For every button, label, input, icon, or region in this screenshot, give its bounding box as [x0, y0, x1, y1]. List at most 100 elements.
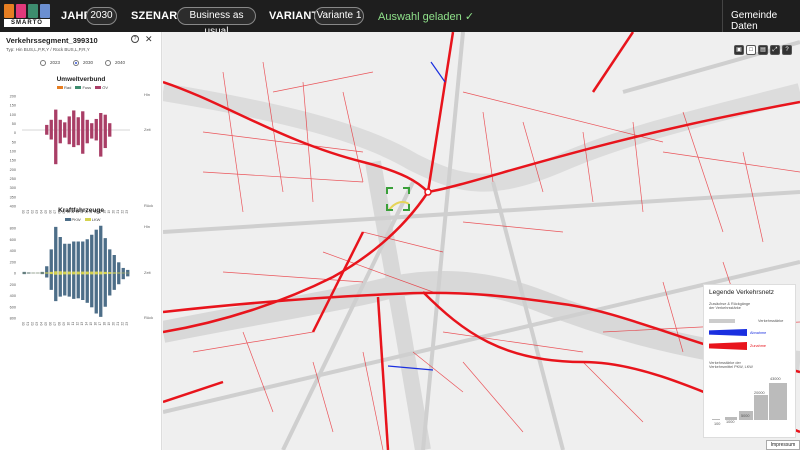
bar-öv-hin[interactable]: [76, 117, 80, 130]
bar-öv-hin[interactable]: [58, 119, 62, 130]
bar-lkw-hin[interactable]: [103, 271, 107, 273]
bar-pkw-rueck[interactable]: [112, 273, 116, 290]
bar-pkw-rueck[interactable]: [121, 273, 125, 280]
bar-pkw-hin[interactable]: [63, 243, 67, 273]
bar-öv-rueck[interactable]: [103, 130, 107, 149]
bar-lkw-rueck[interactable]: [90, 273, 94, 275]
bar-öv-hin[interactable]: [54, 109, 58, 130]
bar-lkw-hin[interactable]: [76, 271, 80, 273]
variant-select[interactable]: Variante 1: [314, 7, 364, 25]
bar-pkw-rueck[interactable]: [76, 273, 80, 299]
help-icon[interactable]: ?: [131, 35, 139, 43]
bar-pkw-rueck[interactable]: [99, 273, 103, 317]
bar-öv-rueck[interactable]: [58, 130, 62, 144]
bar-pkw-hin[interactable]: [121, 267, 125, 273]
bar-lkw-rueck[interactable]: [45, 273, 49, 274]
fullscreen-icon[interactable]: ⤢: [770, 45, 780, 55]
bar-pkw-hin[interactable]: [22, 271, 26, 273]
bar-lkw-rueck[interactable]: [99, 273, 103, 275]
bar-lkw-hin[interactable]: [63, 271, 67, 273]
decrease-segment[interactable]: [430, 61, 446, 83]
bar-lkw-hin[interactable]: [45, 272, 49, 273]
bar-pkw-rueck[interactable]: [108, 273, 112, 296]
bar-pkw-rueck[interactable]: [90, 273, 94, 308]
bar-öv-rueck[interactable]: [108, 130, 112, 137]
bar-lkw-hin[interactable]: [99, 271, 103, 273]
bar-lkw-rueck[interactable]: [112, 273, 116, 274]
scenario-select[interactable]: Business as usual: [177, 7, 256, 37]
bar-pkw-hin[interactable]: [99, 225, 103, 273]
bar-öv-rueck[interactable]: [67, 130, 71, 145]
bar-lkw-rueck[interactable]: [81, 273, 85, 275]
bar-lkw-hin[interactable]: [112, 272, 116, 273]
bar-öv-hin[interactable]: [45, 124, 49, 130]
year-radio-2030[interactable]: [73, 60, 79, 66]
bar-lkw-rueck[interactable]: [85, 273, 89, 275]
bar-pkw-rueck[interactable]: [22, 273, 26, 275]
bar-öv-hin[interactable]: [108, 123, 112, 130]
bar-öv-rueck[interactable]: [90, 130, 94, 139]
bar-lkw-rueck[interactable]: [58, 273, 62, 275]
bar-öv-hin[interactable]: [103, 114, 107, 130]
bar-öv-hin[interactable]: [94, 118, 98, 130]
bar-pkw-rueck[interactable]: [85, 273, 89, 303]
bar-öv-hin[interactable]: [85, 119, 89, 130]
municipality-data-button[interactable]: Gemeinde Daten: [722, 0, 800, 32]
year-radio-2023[interactable]: [40, 60, 46, 66]
bar-pkw-hin[interactable]: [85, 239, 89, 273]
bar-lkw-rueck[interactable]: [72, 273, 76, 275]
bar-pkw-hin[interactable]: [72, 241, 76, 274]
bar-öv-rueck[interactable]: [45, 130, 49, 135]
bar-öv-rueck[interactable]: [72, 130, 76, 148]
bar-lkw-hin[interactable]: [58, 271, 62, 273]
bar-pkw-hin[interactable]: [49, 249, 53, 273]
year-radio-2040[interactable]: [105, 60, 111, 66]
bar-pkw-hin[interactable]: [76, 241, 80, 274]
bar-öv-hin[interactable]: [90, 123, 94, 130]
bar-öv-hin[interactable]: [72, 110, 76, 130]
bar-pkw-hin[interactable]: [67, 243, 71, 273]
bar-pkw-rueck[interactable]: [54, 273, 58, 302]
bar-pkw-rueck[interactable]: [49, 273, 53, 290]
bar-öv-hin[interactable]: [99, 113, 103, 130]
bar-pkw-hin[interactable]: [58, 237, 62, 273]
bar-pkw-rueck[interactable]: [63, 273, 67, 296]
bar-lkw-rueck[interactable]: [49, 273, 53, 275]
bar-öv-rueck[interactable]: [99, 130, 103, 157]
bar-pkw-rueck[interactable]: [67, 273, 71, 297]
bar-öv-rueck[interactable]: [81, 130, 85, 154]
bar-lkw-hin[interactable]: [85, 271, 89, 273]
bar-lkw-rueck[interactable]: [76, 273, 80, 275]
bar-lkw-rueck[interactable]: [103, 273, 107, 275]
bar-pkw-rueck[interactable]: [45, 273, 49, 278]
bar-lkw-hin[interactable]: [72, 271, 76, 273]
bar-pkw-hin[interactable]: [54, 226, 58, 273]
bar-lkw-hin[interactable]: [94, 271, 98, 273]
bar-pkw-hin[interactable]: [94, 229, 98, 273]
bar-öv-hin[interactable]: [63, 122, 67, 130]
bar-pkw-hin[interactable]: [112, 255, 116, 273]
impressum-link[interactable]: Impressum: [766, 440, 800, 450]
bar-öv-rueck[interactable]: [85, 130, 89, 144]
bar-pkw-rueck[interactable]: [94, 273, 98, 314]
layers-icon[interactable]: ▣: [734, 45, 744, 55]
bar-lkw-hin[interactable]: [81, 271, 85, 273]
year-select[interactable]: 2030: [86, 7, 117, 25]
bar-öv-hin[interactable]: [49, 119, 53, 130]
bar-pkw-hin[interactable]: [108, 249, 112, 273]
print-icon[interactable]: ▤: [758, 45, 768, 55]
bar-öv-rueck[interactable]: [63, 130, 67, 138]
bar-pkw-rueck[interactable]: [81, 273, 85, 300]
bar-lkw-hin[interactable]: [90, 271, 94, 273]
bar-pkw-rueck[interactable]: [58, 273, 62, 297]
bar-lkw-rueck[interactable]: [54, 273, 58, 275]
bar-öv-hin[interactable]: [67, 116, 71, 130]
basemap-icon[interactable]: □: [746, 45, 756, 55]
bar-pkw-rueck[interactable]: [103, 273, 107, 307]
bar-öv-hin[interactable]: [81, 111, 85, 130]
bar-öv-rueck[interactable]: [49, 130, 53, 140]
bar-pkw-hin[interactable]: [103, 238, 107, 273]
junction-node[interactable]: [424, 188, 432, 196]
bar-pkw-rueck[interactable]: [117, 273, 121, 285]
map-help-icon[interactable]: ?: [782, 45, 792, 55]
